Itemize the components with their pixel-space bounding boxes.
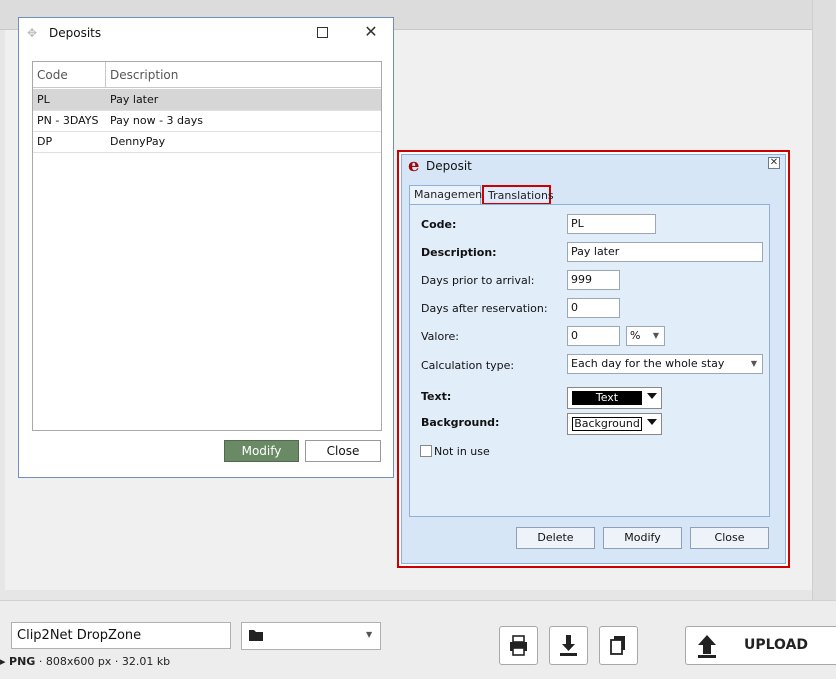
background-color-label: Background:: [421, 416, 500, 429]
file-size: 32.01 kb: [121, 655, 171, 668]
description-input[interactable]: Pay later: [567, 242, 763, 262]
copy-icon: [610, 636, 625, 655]
calc-type-select[interactable]: Each day for the whole stay ▼: [567, 354, 763, 374]
folder-icon: [249, 630, 263, 641]
close-icon[interactable]: ✕: [363, 22, 379, 42]
upload-label: UPLOAD: [744, 637, 809, 653]
folder-select[interactable]: ▼: [241, 622, 381, 650]
dropdown-arrow-icon: [647, 393, 657, 399]
cell-code: PL: [37, 93, 50, 106]
code-label: Code:: [421, 218, 457, 231]
cell-description: Pay now - 3 days: [110, 114, 204, 127]
text-color-label: Text:: [421, 390, 452, 403]
deposit-dialog: e Deposit ✕ Management Translations Code…: [401, 154, 786, 564]
file-dimensions: 808x600 px: [45, 655, 112, 668]
valore-unit-value: %: [630, 329, 641, 342]
window-title: Deposits: [49, 26, 102, 40]
valore-unit-select[interactable]: % ▼: [626, 326, 665, 346]
modify-button[interactable]: Modify: [603, 527, 682, 549]
delete-button[interactable]: Delete: [516, 527, 595, 549]
text-color-swatch: Text: [572, 391, 642, 405]
close-button[interactable]: Close: [305, 440, 381, 462]
print-button[interactable]: [499, 626, 538, 665]
calc-type-value: Each day for the whole stay: [571, 357, 725, 370]
print-icon: [510, 635, 527, 656]
days-after-input[interactable]: 0: [567, 298, 620, 318]
maximize-icon[interactable]: [317, 27, 328, 38]
dropzone-name-input[interactable]: Clip2Net DropZone: [11, 622, 231, 649]
text-color-picker[interactable]: Text: [567, 387, 662, 409]
valore-label: Valore:: [421, 330, 459, 343]
column-header-description[interactable]: Description: [106, 62, 381, 88]
tab-management[interactable]: Management: [409, 185, 486, 205]
dropdown-arrow-icon: [647, 419, 657, 425]
file-meta: ▸ PNG · 808x600 px · 32.01 kb: [0, 655, 170, 668]
table-row[interactable]: DP DennyPay: [33, 131, 381, 153]
file-format: PNG: [9, 655, 36, 668]
cell-code: DP: [37, 135, 53, 148]
management-panel: Code: PL Description: Pay later Days pri…: [409, 204, 770, 517]
upload-icon: [698, 635, 716, 658]
chevron-down-icon: ▼: [366, 630, 373, 639]
app-logo: e: [408, 155, 420, 176]
calc-type-label: Calculation type:: [421, 359, 515, 372]
cell-description: Pay later: [110, 93, 159, 106]
upload-button[interactable]: UPLOAD: [685, 626, 836, 665]
deposits-table: Code Description PL Pay later PN - 3DAYS…: [32, 61, 382, 431]
background-color-picker[interactable]: Background: [567, 413, 662, 435]
cell-description: DennyPay: [110, 135, 166, 148]
deposits-window: ✥ Deposits ✕ Code Description PL Pay lat…: [18, 17, 394, 478]
cell-code: PN - 3DAYS: [37, 114, 99, 127]
close-icon[interactable]: ✕: [768, 157, 780, 169]
modify-button[interactable]: Modify: [224, 440, 299, 462]
valore-input[interactable]: 0: [567, 326, 620, 346]
close-button[interactable]: Close: [690, 527, 769, 549]
dialog-title: Deposit: [426, 159, 472, 173]
meta-dot: ·: [114, 655, 122, 668]
not-in-use-checkbox[interactable]: [420, 445, 432, 457]
meta-dot: ·: [38, 655, 46, 668]
description-label: Description:: [421, 246, 497, 259]
days-prior-input[interactable]: 999: [567, 270, 620, 290]
table-row[interactable]: PL Pay later: [33, 89, 381, 111]
not-in-use-label: Not in use: [434, 445, 490, 458]
download-icon: [560, 635, 577, 656]
app-icon: ✥: [27, 26, 38, 40]
background-color-swatch: Background: [572, 417, 642, 431]
right-scroll-area[interactable]: [812, 0, 836, 600]
code-input[interactable]: PL: [567, 214, 656, 234]
tab-translations[interactable]: Translations: [482, 185, 554, 205]
days-after-label: Days after reservation:: [421, 302, 548, 315]
copy-button[interactable]: [599, 626, 638, 665]
download-button[interactable]: [549, 626, 588, 665]
chevron-down-icon: ▼: [652, 331, 659, 340]
table-row[interactable]: PN - 3DAYS Pay now - 3 days: [33, 110, 381, 132]
column-header-code[interactable]: Code: [33, 62, 106, 88]
chevron-down-icon: ▼: [750, 359, 757, 368]
meta-separator: ▸: [0, 655, 10, 668]
days-prior-label: Days prior to arrival:: [421, 274, 535, 287]
